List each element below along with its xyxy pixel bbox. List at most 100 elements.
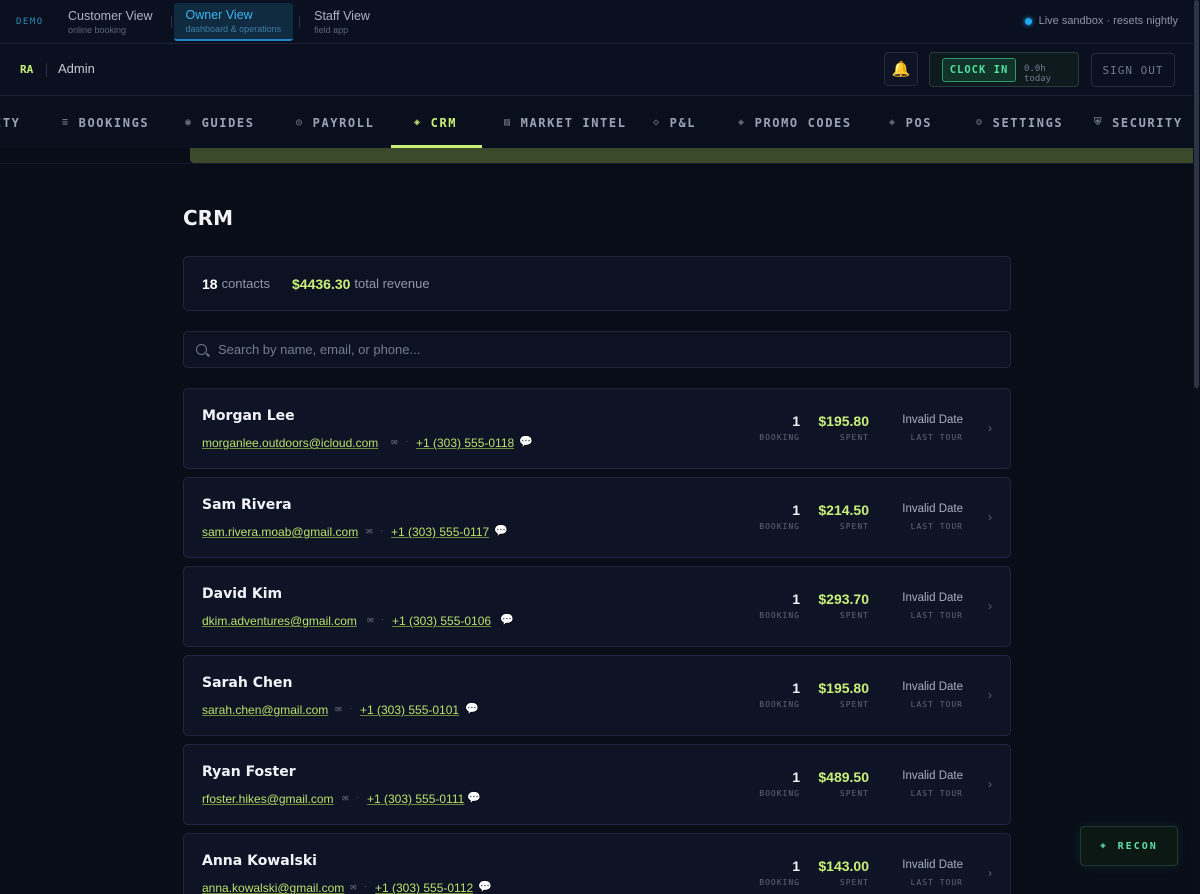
nav-item-label: P&L: [669, 115, 697, 130]
contact-phone-link[interactable]: +1 (303) 555-0106: [392, 614, 491, 628]
contact-email-link[interactable]: morganlee.outdoors@icloud.com: [202, 436, 378, 450]
notifications-button[interactable]: 🔔: [884, 52, 918, 86]
email-icon: ✉: [342, 794, 349, 803]
contact-name: Sam Rivera: [202, 497, 292, 513]
staff-view-tab[interactable]: Staff View field app: [302, 3, 382, 41]
clock-in-button[interactable]: CLOCK IN: [942, 58, 1016, 82]
live-status-dot-icon: [1024, 17, 1032, 25]
chevron-right-icon: ›: [988, 866, 992, 880]
booking-label: BOOKING: [759, 522, 800, 531]
contact-email-link[interactable]: rfoster.hikes@gmail.com: [202, 792, 334, 806]
contact-email-link[interactable]: anna.kowalski@gmail.com: [202, 881, 344, 894]
email-icon: ✉: [366, 527, 373, 536]
message-icon[interactable]: 💬: [478, 880, 492, 893]
revenue-label: total revenue: [354, 276, 430, 291]
message-icon[interactable]: 💬: [519, 435, 533, 448]
message-icon[interactable]: 💬: [467, 791, 481, 804]
demo-bar: DEMO Customer View online booking Owner …: [0, 0, 1200, 44]
contacts-count: 18: [202, 275, 218, 292]
user-initials: RA: [20, 63, 34, 76]
last-tour-label: LAST TOUR: [910, 611, 963, 620]
separator-dot: ·: [349, 703, 353, 714]
nav-item-label: MARKET INTEL: [520, 115, 627, 130]
contact-phone-link[interactable]: +1 (303) 555-0101: [360, 703, 459, 717]
crm-summary: 18 contacts $4436.30 total revenue: [183, 256, 1011, 311]
nav-item-activity[interactable]: ITY: [0, 97, 20, 148]
view-divider: [299, 15, 301, 28]
nav-item-pos[interactable]: ◈ POS: [889, 97, 932, 148]
nav-item-settings[interactable]: ⚙ SETTINGS: [976, 97, 1063, 148]
contact-card[interactable]: Sarah Chen sarah.chen@gmail.com ✉ · +1 (…: [183, 655, 1011, 736]
owner-view-tab[interactable]: Owner View dashboard & operations: [173, 2, 294, 41]
contact-email-link[interactable]: sam.rivera.moab@gmail.com: [202, 525, 358, 539]
contact-email-link[interactable]: sarah.chen@gmail.com: [202, 703, 328, 717]
message-icon[interactable]: 💬: [465, 702, 479, 715]
nav-item-crm[interactable]: ◈ CRM: [414, 97, 457, 148]
register-icon: ◈: [889, 117, 897, 128]
booking-label: BOOKING: [759, 700, 800, 709]
sign-out-button[interactable]: SIGN OUT: [1091, 53, 1175, 87]
nav-item-label: SECURITY: [1112, 115, 1183, 130]
last-tour-label: LAST TOUR: [910, 789, 963, 798]
amount-spent: $195.80: [818, 680, 869, 696]
message-icon[interactable]: 💬: [500, 613, 514, 626]
sandbox-status: Live sandbox · resets nightly: [1024, 15, 1178, 27]
search-input[interactable]: [218, 332, 998, 367]
last-tour-date: Invalid Date: [902, 681, 963, 693]
contact-card[interactable]: Morgan Lee morganlee.outdoors@icloud.com…: [183, 388, 1011, 469]
contact-card[interactable]: Sam Rivera sam.rivera.moab@gmail.com ✉ ·…: [183, 477, 1011, 558]
contact-phone-link[interactable]: +1 (303) 555-0111: [367, 792, 464, 806]
contact-name: David Kim: [202, 586, 283, 602]
separator-dot: ·: [380, 525, 384, 536]
nav-item-promo-codes[interactable]: ◈ PROMO CODES: [738, 97, 852, 148]
booking-count: 1: [792, 769, 800, 785]
recon-label: RECON: [1117, 840, 1158, 852]
header-divider: [46, 63, 47, 77]
spent-label: SPENT: [839, 433, 869, 442]
booking-count: 1: [792, 502, 800, 518]
contact-email-link[interactable]: dkim.adventures@gmail.com: [202, 614, 357, 628]
nav-item-pnl[interactable]: ◇ P&L: [653, 97, 696, 148]
hours-today: 0.0h today: [1024, 64, 1052, 84]
customer-view-tab[interactable]: Customer View online booking: [56, 3, 165, 41]
chevron-right-icon: ›: [988, 421, 992, 435]
contact-card[interactable]: David Kim dkim.adventures@gmail.com ✉ · …: [183, 566, 1011, 647]
contact-phone-link[interactable]: +1 (303) 555-0117: [391, 525, 489, 539]
recon-button[interactable]: ◈ RECON: [1080, 826, 1178, 866]
booking-count: 1: [792, 591, 800, 607]
target-icon: ◉: [185, 117, 193, 128]
contact-phone-link[interactable]: +1 (303) 555-0112: [375, 881, 473, 894]
demo-label: DEMO: [16, 16, 44, 27]
nav-divider: [0, 163, 1200, 164]
last-tour-date: Invalid Date: [902, 592, 963, 604]
nav-item-security[interactable]: ⛨ SECURITY: [1094, 97, 1183, 148]
owner-view-subtitle: dashboard & operations: [185, 23, 282, 34]
nav-item-guides[interactable]: ◉ GUIDES: [185, 97, 255, 148]
contact-name: Sarah Chen: [202, 675, 293, 691]
customer-view-subtitle: online booking: [68, 24, 127, 35]
message-icon[interactable]: 💬: [494, 524, 508, 537]
contact-name: Anna Kowalski: [202, 853, 317, 869]
nav-item-label: CRM: [430, 115, 458, 130]
contact-phone-link[interactable]: +1 (303) 555-0118: [416, 436, 514, 450]
contact-name: Morgan Lee: [202, 408, 295, 424]
chevron-right-icon: ›: [988, 688, 992, 702]
booking-count: 1: [792, 680, 800, 696]
last-tour-label: LAST TOUR: [910, 700, 963, 709]
contact-card[interactable]: Ryan Foster rfoster.hikes@gmail.com ✉ · …: [183, 744, 1011, 825]
separator-dot: ·: [356, 792, 360, 803]
owner-view-title: Owner View: [185, 7, 253, 22]
nav-item-bookings[interactable]: ≡ BOOKINGS: [62, 97, 149, 148]
last-tour-label: LAST TOUR: [910, 522, 963, 531]
last-tour-date: Invalid Date: [902, 414, 963, 426]
nav-item-payroll[interactable]: ◎ PAYROLL: [296, 97, 374, 148]
page-scrollbar-thumb[interactable]: [1194, 0, 1199, 388]
amount-spent: $489.50: [818, 769, 869, 785]
spent-label: SPENT: [839, 522, 869, 531]
separator-dot: ·: [364, 881, 368, 892]
nav-item-market-intel[interactable]: ▨ MARKET INTEL: [504, 97, 627, 148]
contact-card[interactable]: Anna Kowalski anna.kowalski@gmail.com ✉ …: [183, 833, 1011, 894]
app-header: RA Admin 🔔 CLOCK IN 0.0h today SIGN OUT: [0, 44, 1200, 96]
email-icon: ✉: [335, 705, 342, 714]
booking-label: BOOKING: [759, 611, 800, 620]
